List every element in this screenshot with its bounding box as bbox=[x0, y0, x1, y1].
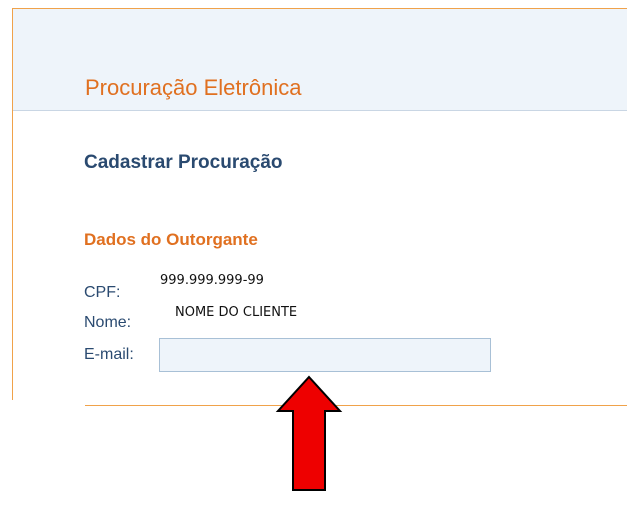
form-title: Cadastrar Procuração bbox=[84, 152, 283, 173]
grantor-section-title: Dados do Outorgante bbox=[84, 230, 258, 249]
name-label: Nome: bbox=[84, 314, 132, 331]
section-divider bbox=[85, 405, 627, 406]
cpf-label: CPF: bbox=[84, 284, 121, 301]
name-value: NOME DO CLIENTE bbox=[175, 305, 298, 320]
email-label: E-mail: bbox=[84, 346, 134, 363]
email-input[interactable] bbox=[159, 338, 491, 372]
cpf-value: 999.999.999-99 bbox=[160, 273, 264, 288]
page-title: Procuração Eletrônica bbox=[85, 75, 302, 100]
